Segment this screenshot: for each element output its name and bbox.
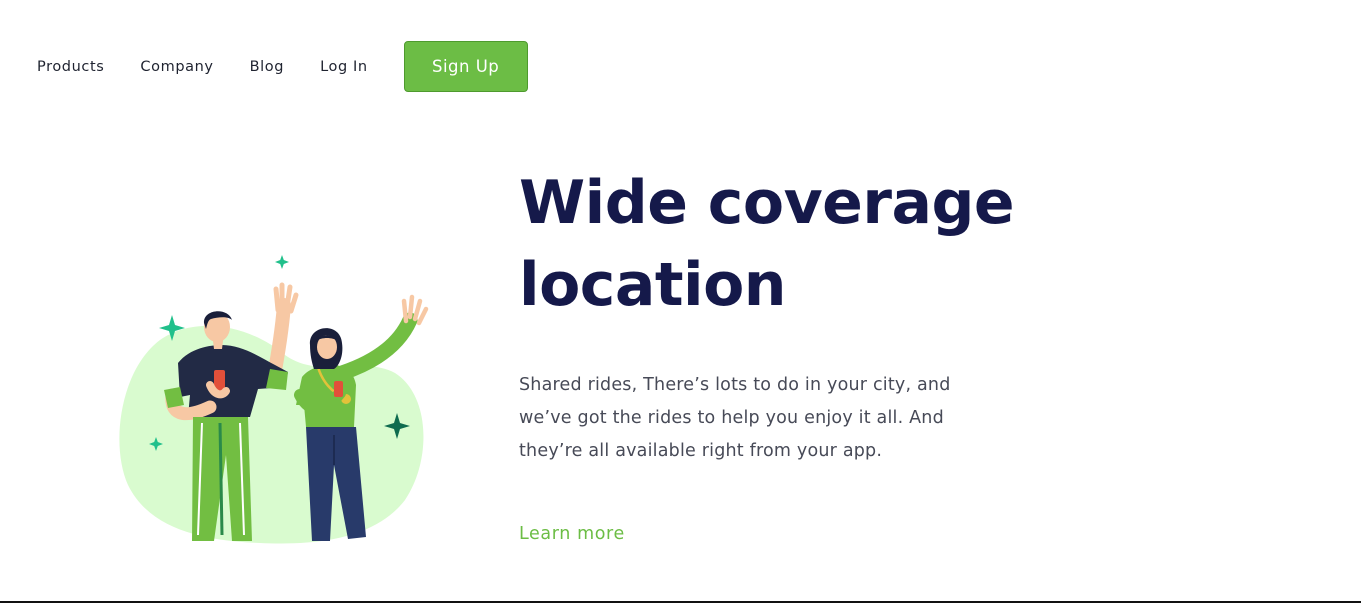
learn-more-link[interactable]: Learn more	[519, 524, 625, 544]
nav-blog-link[interactable]: Blog	[250, 59, 284, 75]
hero-headline-line2: location	[519, 250, 787, 320]
hero-description-line3: they’re all available right from your ap…	[519, 441, 883, 461]
hero-description-line1: Shared rides, There’s lots to do in your…	[519, 375, 951, 395]
nav-company-link[interactable]: Company	[140, 59, 213, 75]
nav-products-link[interactable]: Products	[37, 59, 104, 75]
hero-description-line2: we’ve got the rides to help you enjoy it…	[519, 408, 944, 428]
page: Products Company Blog Log In Sign Up Wid…	[0, 0, 1361, 603]
hero-headline: Wide coverage location	[519, 162, 1079, 326]
hero-description: Shared rides, There’s lots to do in your…	[519, 369, 989, 468]
top-nav: Products Company Blog Log In Sign Up	[37, 41, 528, 92]
two-people-waving-illustration	[119, 255, 429, 544]
hero-headline-line1: Wide coverage	[519, 168, 1015, 238]
signup-button[interactable]: Sign Up	[403, 41, 528, 92]
sparkle-icon	[275, 255, 289, 269]
nav-login-link[interactable]: Log In	[320, 59, 368, 75]
